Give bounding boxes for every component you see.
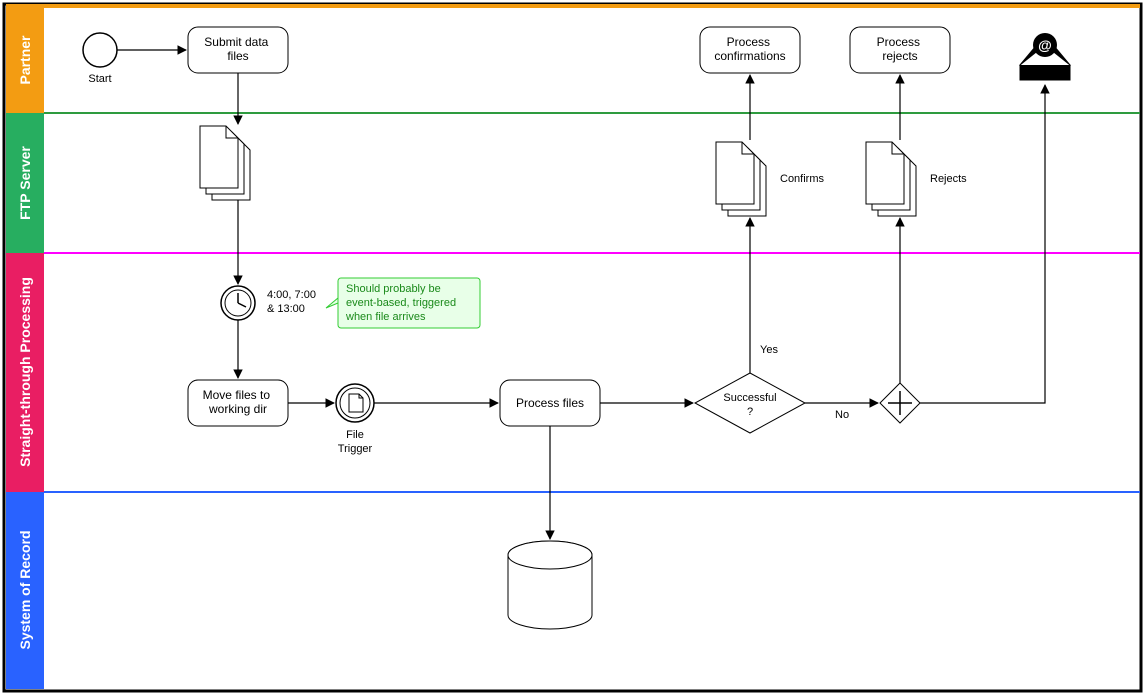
database-icon — [508, 541, 592, 629]
comment-line3: when file arrives — [345, 311, 426, 323]
lane-label-sor: System of Record — [17, 530, 33, 649]
comment-line2: event-based, triggered — [346, 297, 456, 309]
swimlane-diagram: Partner FTP Server Straight-through Proc… — [0, 0, 1145, 695]
comment-line1: Should probably be — [346, 283, 441, 295]
lane-label-partner: Partner — [17, 35, 33, 85]
file-trigger-label1: File — [346, 429, 364, 441]
at-icon: @ — [1038, 37, 1052, 53]
file-trigger-event — [336, 384, 374, 422]
confirms-doc-label: Confirms — [780, 173, 825, 185]
task-process-rejects-text: Process rejects — [877, 35, 924, 63]
task-move-files-text: Move files to working dir — [203, 388, 274, 416]
lane-label-ftp: FTP Server — [17, 146, 33, 220]
start-event — [83, 33, 117, 67]
start-label: Start — [88, 73, 111, 85]
file-trigger-label2: Trigger — [338, 443, 373, 455]
decision-text1: Successful — [723, 392, 776, 404]
lane-label-stp: Straight-through Processing — [17, 277, 33, 467]
timer-event — [221, 286, 255, 320]
comment-note: Should probably be event-based, triggere… — [326, 278, 480, 328]
label-no: No — [835, 409, 849, 421]
timer-schedule-line1: 4:00, 7:00 — [267, 289, 316, 301]
rejects-doc-label: Rejects — [930, 173, 967, 185]
task-process-files-text: Process files — [516, 396, 584, 410]
decision-text2: ? — [747, 406, 753, 418]
timer-schedule-line2: & 13:00 — [267, 303, 305, 315]
label-yes: Yes — [760, 344, 778, 356]
